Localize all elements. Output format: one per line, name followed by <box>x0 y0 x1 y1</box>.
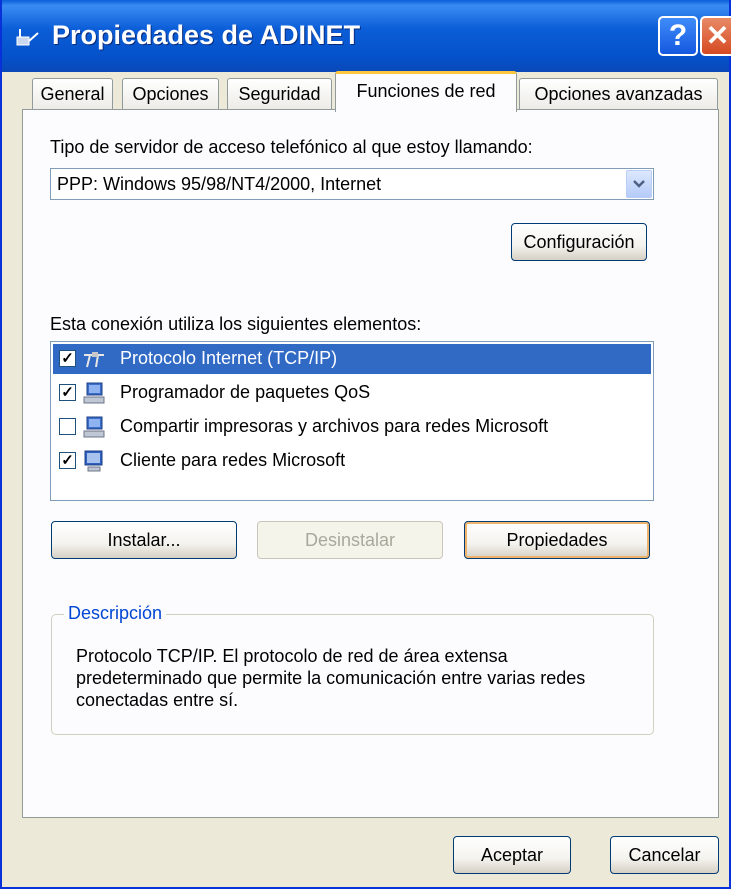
component-label: Cliente para redes Microsoft <box>120 450 346 470</box>
cancel-button[interactable]: Cancelar <box>610 836 719 874</box>
description-text: Protocolo TCP/IP. El protocolo de red de… <box>76 646 586 710</box>
network-service-icon <box>83 382 105 404</box>
server-type-value: PPP: Windows 95/98/NT4/2000, Internet <box>57 174 382 194</box>
description-title: Descripción <box>64 603 167 624</box>
dialog-window: Propiedades de ADINET ? ✕ General Opcion… <box>0 0 731 889</box>
tab-opciones-avanzadas[interactable]: Opciones avanzadas <box>519 78 718 110</box>
server-type-label: Tipo de servidor de acceso telefónico al… <box>50 137 533 157</box>
window-title: Propiedades de ADINET <box>52 20 361 50</box>
close-button[interactable]: ✕ <box>700 16 731 56</box>
install-button[interactable]: Instalar... <box>51 521 237 559</box>
network-protocol-icon <box>84 352 104 368</box>
connection-icon <box>16 29 39 46</box>
components-label: Esta conexión utiliza los siguientes ele… <box>50 314 422 334</box>
title-bar[interactable]: Propiedades de ADINET ? ✕ <box>2 0 731 72</box>
components-list[interactable]: ✓ Protocolo Internet (TCP/IP) ✓ Programa… <box>50 341 654 501</box>
component-label: Programador de paquetes QoS <box>120 382 371 402</box>
component-label: Protocolo Internet (TCP/IP) <box>120 348 338 368</box>
tab-funciones-de-red[interactable]: Funciones de red <box>335 71 517 112</box>
component-checkbox[interactable]: ✓ <box>59 452 76 469</box>
component-checkbox[interactable] <box>59 418 76 435</box>
ok-button[interactable]: Aceptar <box>453 836 571 874</box>
server-type-dropdown[interactable]: PPP: Windows 95/98/NT4/2000, Internet <box>50 168 654 200</box>
component-label: Compartir impresoras y archivos para red… <box>120 416 549 436</box>
tab-general[interactable]: General <box>32 78 113 110</box>
dropdown-arrow-button[interactable] <box>626 170 652 198</box>
network-client-icon <box>84 450 103 472</box>
component-checkbox[interactable]: ✓ <box>59 350 76 367</box>
chevron-down-icon <box>633 180 645 188</box>
settings-button[interactable]: Configuración <box>511 223 647 261</box>
tab-opciones[interactable]: Opciones <box>122 78 219 110</box>
list-item[interactable]: ✓ Programador de paquetes QoS <box>53 378 651 408</box>
properties-button[interactable]: Propiedades <box>464 521 650 559</box>
help-button[interactable]: ? <box>658 16 698 56</box>
list-item[interactable]: Compartir impresoras y archivos para red… <box>53 412 651 442</box>
uninstall-button[interactable]: Desinstalar <box>257 521 443 559</box>
list-item[interactable]: ✓ Protocolo Internet (TCP/IP) <box>53 344 651 374</box>
component-checkbox[interactable]: ✓ <box>59 384 76 401</box>
tab-seguridad[interactable]: Seguridad <box>227 78 332 110</box>
list-item[interactable]: ✓ Cliente para redes Microsoft <box>53 446 651 476</box>
network-service-icon <box>83 416 105 438</box>
